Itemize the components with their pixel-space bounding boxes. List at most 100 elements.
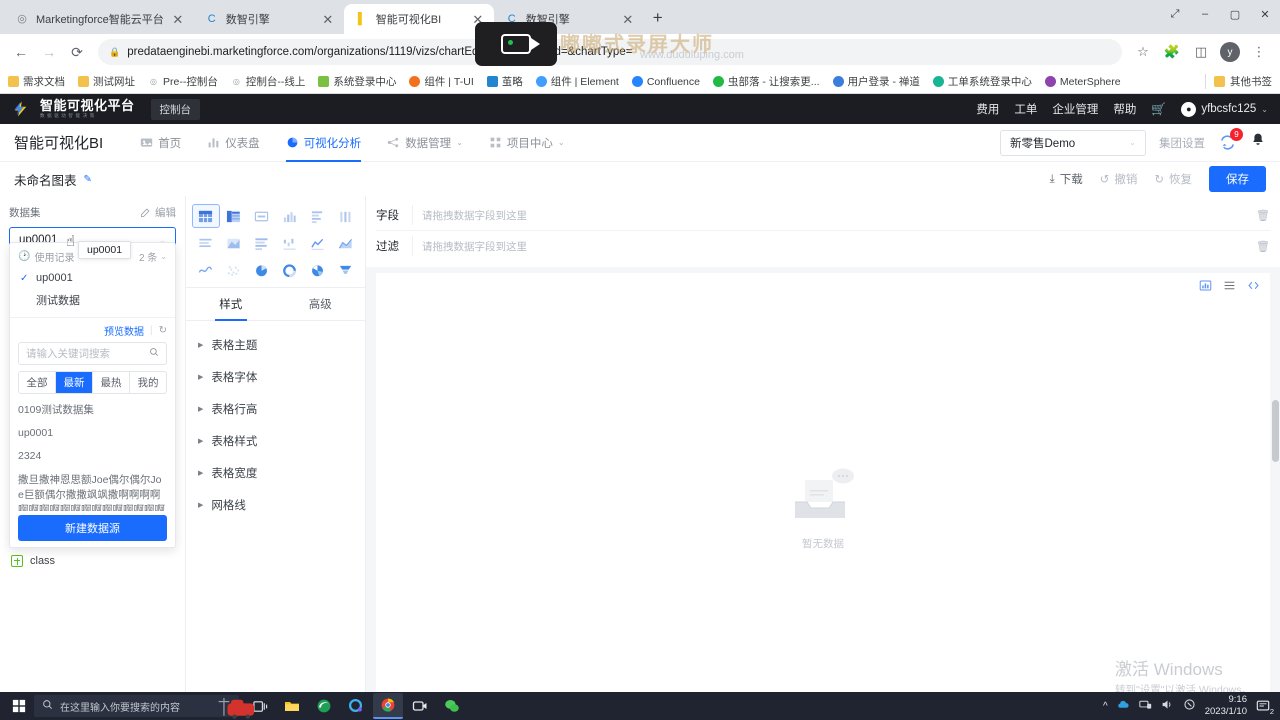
- trash-icon[interactable]: 🗑: [1256, 209, 1270, 222]
- line-icon[interactable]: [303, 231, 331, 255]
- donut-icon[interactable]: [276, 258, 304, 282]
- recorder-icon[interactable]: [405, 693, 435, 719]
- bookmark-item[interactable]: 组件 | T-UI: [409, 74, 474, 89]
- bookmark-item[interactable]: 系统登录中心: [318, 74, 396, 89]
- volume-icon[interactable]: [1161, 698, 1174, 714]
- field-dropzone[interactable]: 请拖拽数据字段到这里: [412, 205, 1246, 225]
- screen-recorder-overlay[interactable]: [475, 22, 557, 66]
- bookmark-item[interactable]: 茧略: [486, 74, 523, 89]
- area-icon[interactable]: [331, 231, 359, 255]
- dataset-edit-button[interactable]: 编辑: [140, 205, 176, 220]
- accordion-table-width[interactable]: ▶ 表格宽度: [186, 457, 365, 489]
- list-item[interactable]: 0109测试数据集: [18, 399, 167, 422]
- accordion-table-font[interactable]: ▶ 表格字体: [186, 361, 365, 393]
- nav-item-visual-analysis[interactable]: 可视化分析: [275, 124, 373, 162]
- save-button[interactable]: 保存: [1209, 166, 1266, 192]
- list-item[interactable]: 2324: [18, 445, 167, 468]
- chrome-menu-icon[interactable]: ⋮: [1246, 39, 1272, 65]
- tab-mine[interactable]: 我的: [130, 372, 166, 393]
- bookmark-item[interactable]: MeterSphere: [1044, 76, 1121, 88]
- accordion-row-height[interactable]: ▶ 表格行高: [186, 393, 365, 425]
- undo-button[interactable]: ↺ 撤销: [1100, 171, 1138, 187]
- waterfall-icon[interactable]: [276, 231, 304, 255]
- bookmark-item[interactable]: 需求文档: [8, 74, 65, 89]
- forward-icon[interactable]: →: [36, 39, 62, 65]
- chrome-icon[interactable]: [373, 693, 403, 719]
- accordion-table-style[interactable]: ▶ 表格样式: [186, 425, 365, 457]
- close-icon[interactable]: ✕: [171, 13, 185, 26]
- table-icon[interactable]: [192, 204, 220, 228]
- accordion-table-theme[interactable]: ▶ 表格主题: [186, 329, 365, 361]
- dropdown-option[interactable]: 测试数据: [10, 288, 175, 312]
- browser-tab-active[interactable]: ▌ 智能可视化BI ✕: [343, 4, 494, 34]
- browser-tab[interactable]: C 数智引擎 ✕: [193, 4, 344, 34]
- extensions-icon[interactable]: 🧩: [1159, 39, 1185, 65]
- link-enterprise[interactable]: 企业管理: [1052, 101, 1098, 117]
- bookmark-item[interactable]: 用户登录 - 禅道: [832, 74, 920, 89]
- recent-count[interactable]: 2 条 ⌄: [139, 249, 167, 264]
- new-datasource-button[interactable]: 新建数据源: [18, 515, 167, 541]
- project-select[interactable]: 新零售Demo ⌄: [1000, 129, 1146, 156]
- notification-center-button[interactable]: 2: [1256, 699, 1274, 716]
- shield-icon[interactable]: [1183, 698, 1196, 714]
- link-help[interactable]: 帮助: [1113, 101, 1136, 117]
- code-view-icon[interactable]: [1247, 279, 1260, 292]
- bookmark-item[interactable]: Confluence: [631, 76, 700, 88]
- dataset-list[interactable]: 0109测试数据集 up0001 2324 撒旦撒神恩思额Joe偶尔偶尔Joe巨…: [10, 399, 175, 511]
- bookmark-item[interactable]: 虫部落 - 让搜索更...: [712, 74, 820, 89]
- window-maximize-icon[interactable]: ▢: [1220, 0, 1250, 28]
- bar-vertical-icon[interactable]: [276, 204, 304, 228]
- area-stack-icon[interactable]: [220, 231, 248, 255]
- bar-stack-icon[interactable]: [192, 231, 220, 255]
- window-minimize-icon[interactable]: –: [1190, 0, 1220, 28]
- redo-button[interactable]: ↻ 恢复: [1154, 171, 1192, 187]
- rose-icon[interactable]: [303, 258, 331, 282]
- browser-tab[interactable]: ◎ Marketingforce智能云平台 ✕: [4, 4, 194, 34]
- bar-list-icon[interactable]: [248, 231, 276, 255]
- kpi-icon[interactable]: [248, 204, 276, 228]
- tab-hottest[interactable]: 最热: [93, 372, 130, 393]
- bookmark-star-icon[interactable]: ☆: [1130, 39, 1156, 65]
- bookmark-item[interactable]: 组件 | Element: [535, 74, 619, 89]
- bar-horizontal-icon[interactable]: [303, 204, 331, 228]
- cross-table-icon[interactable]: [220, 204, 248, 228]
- window-close-icon[interactable]: ✕: [1250, 0, 1280, 28]
- back-icon[interactable]: ←: [8, 39, 34, 65]
- filter-dropzone[interactable]: 请拖拽数据字段到这里: [412, 236, 1246, 256]
- bookmark-item[interactable]: ◎ Pre--控制台: [148, 74, 218, 89]
- sync-button[interactable]: 9: [1218, 128, 1243, 152]
- chart-preview-icon[interactable]: [1199, 279, 1212, 292]
- tab-style[interactable]: 样式: [186, 288, 276, 321]
- window-expand-icon[interactable]: ⤢: [1160, 0, 1190, 28]
- scatter-icon[interactable]: [220, 258, 248, 282]
- accordion-gridlines[interactable]: ▶ 网格线: [186, 489, 365, 521]
- onedrive-icon[interactable]: [1117, 698, 1130, 714]
- tab-all[interactable]: 全部: [19, 372, 56, 393]
- edit-pencil-icon[interactable]: ✎: [84, 174, 92, 185]
- preview-data-link[interactable]: 预览数据: [104, 323, 144, 338]
- dataset-search-input[interactable]: 请输入关键词搜索: [18, 342, 167, 365]
- nav-item-data-management[interactable]: 数据管理 ⌄: [376, 124, 474, 162]
- nav-item-home[interactable]: 首页: [129, 124, 192, 162]
- bookmark-item[interactable]: 工单系统登录中心: [932, 74, 1032, 89]
- close-icon[interactable]: ✕: [621, 13, 635, 26]
- file-explorer-icon[interactable]: [277, 693, 307, 719]
- start-button[interactable]: [4, 692, 34, 720]
- edge-icon[interactable]: [309, 693, 339, 719]
- bookmark-item[interactable]: ◎ 控制台--线上: [230, 74, 305, 89]
- cortana-icon[interactable]: [341, 693, 371, 719]
- pie-icon[interactable]: [248, 258, 276, 282]
- cart-icon[interactable]: 🛒: [1151, 102, 1166, 116]
- link-ticket[interactable]: 工单: [1014, 101, 1037, 117]
- sidepanel-icon[interactable]: ◫: [1188, 39, 1214, 65]
- nav-item-project-center[interactable]: 项目中心 ⌄: [478, 124, 576, 162]
- download-button[interactable]: ⤓ 下载: [1050, 171, 1083, 187]
- close-icon[interactable]: ✕: [321, 13, 335, 26]
- column-group-icon[interactable]: [331, 204, 359, 228]
- list-item[interactable]: 撒旦撒神恩思额Joe偶尔偶尔Joe巨额偶尔撒撒飒飒撒啊啊啊啊啊啊啊啊啊啊啊啊啊啊…: [18, 469, 167, 511]
- avatar[interactable]: y: [1217, 39, 1243, 65]
- notifications-button[interactable]: [1250, 132, 1266, 153]
- dropdown-option[interactable]: ✓ up0001: [10, 268, 175, 288]
- console-button[interactable]: 控制台: [150, 98, 201, 120]
- list-item[interactable]: up0001: [18, 422, 167, 445]
